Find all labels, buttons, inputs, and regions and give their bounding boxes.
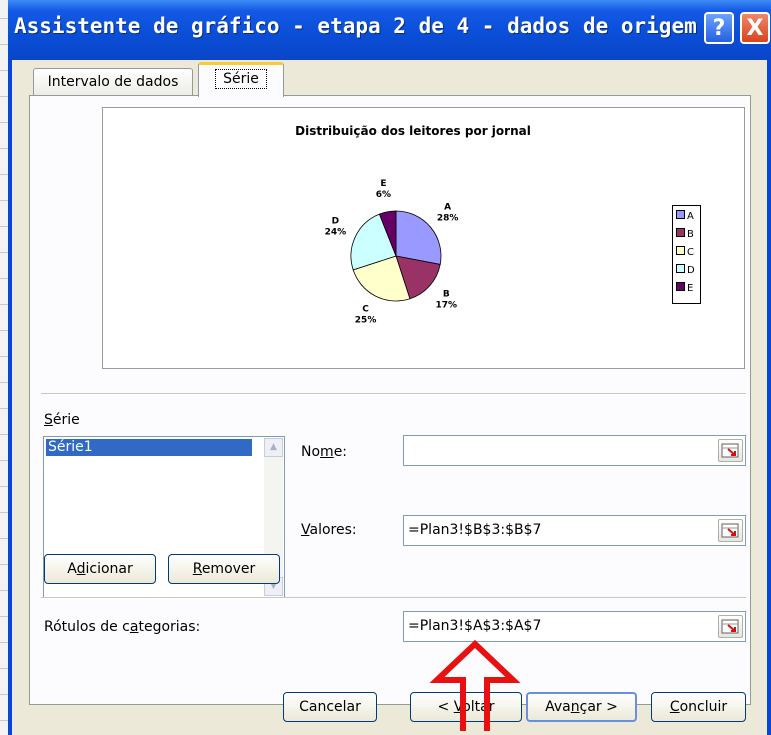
annotation-arrow-layer: [429, 639, 521, 731]
red-up-arrow-icon: [429, 639, 521, 731]
